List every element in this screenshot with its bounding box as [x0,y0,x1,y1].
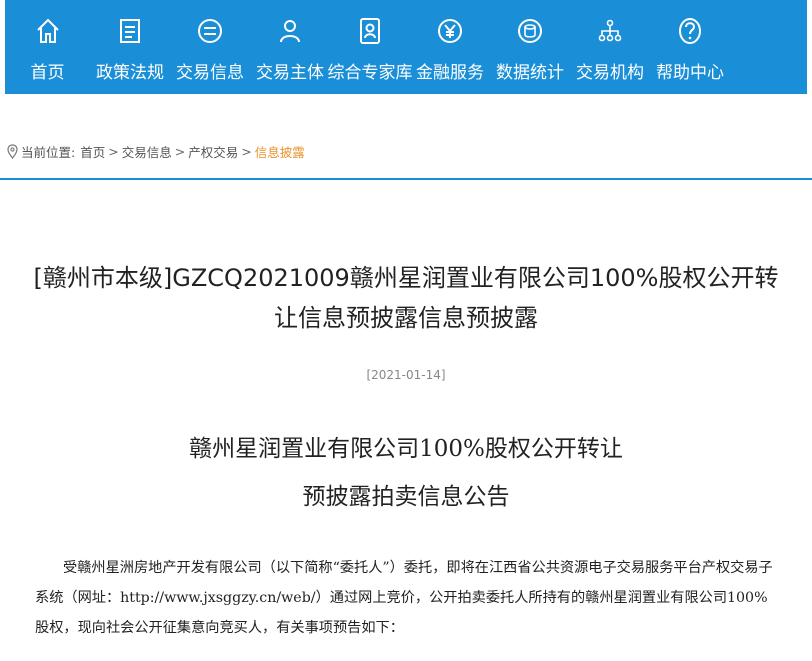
database-icon [515,14,545,48]
breadcrumb-current[interactable]: 信息披露 [255,142,305,161]
announcement-paragraph: 受赣州星洲房地产开发有限公司（以下简称“委托人”）委托，即将在江西省公共资源电子… [35,560,773,636]
nav-label: 交易主体 [256,63,324,83]
home-icon [33,14,63,48]
article-title: [赣州市本级]GZCQ2021009赣州星润置业有限公司100%股权公开转让信息… [33,264,779,332]
breadcrumb: 当前位置: 首页 > 交易信息 > 产权交易 > 信息披露 [7,141,305,161]
finance-icon [435,14,465,48]
announcement-heading-line2: 预披露拍卖信息公告 [302,484,510,510]
location-pin-icon [7,143,18,159]
announcement-heading: 赣州星润置业有限公司100%股权公开转让 预披露拍卖信息公告 [0,425,812,521]
breadcrumb-separator: > [174,143,186,159]
expert-icon [355,14,385,48]
exchange-icon [195,14,225,48]
nav-item-trade-entity[interactable]: 交易主体 [250,0,330,94]
nav-label: 数据统计 [496,63,564,83]
breadcrumb-prefix: 当前位置: [21,144,76,160]
nav-label: 金融服务 [416,63,484,83]
document-icon [115,14,145,48]
breadcrumb-divider [0,178,812,180]
nav-item-trade-info[interactable]: 交易信息 [170,0,250,94]
nav-item-expert-library[interactable]: 综合专家库 [327,0,413,94]
nav-label: 综合专家库 [327,63,413,83]
nav-item-finance[interactable]: 金融服务 [410,0,490,94]
nav-item-policy[interactable]: 政策法规 [90,0,170,94]
user-icon [275,14,305,48]
nav-bar: 首页 政策法规 交易信息 交易主体 综合专家库 金融服务 数据统计 交易机构 帮… [5,0,807,94]
top-navigation: 首页 政策法规 交易信息 交易主体 综合专家库 金融服务 数据统计 交易机构 帮… [0,0,812,94]
nav-label: 帮助中心 [656,63,724,83]
breadcrumb-trade-info[interactable]: 交易信息 [122,142,172,161]
nav-label: 首页 [30,63,65,83]
nav-item-home[interactable]: 首页 [5,0,90,94]
nav-label: 政策法规 [96,63,164,83]
nav-item-institutions[interactable]: 交易机构 [570,0,650,94]
nav-item-statistics[interactable]: 数据统计 [490,0,570,94]
breadcrumb-home[interactable]: 首页 [80,142,105,161]
breadcrumb-separator: > [241,143,252,159]
breadcrumb-separator: > [108,143,119,159]
article-date: [2021-01-14] [366,368,446,382]
help-icon [675,14,705,48]
announcement-heading-line1: 赣州星润置业有限公司100%股权公开转让 [189,436,623,462]
breadcrumb-property-trade[interactable]: 产权交易 [188,142,238,161]
nav-item-help[interactable]: 帮助中心 [650,0,730,94]
nav-label: 交易信息 [176,63,244,83]
org-icon [595,14,625,48]
nav-label: 交易机构 [576,63,644,83]
